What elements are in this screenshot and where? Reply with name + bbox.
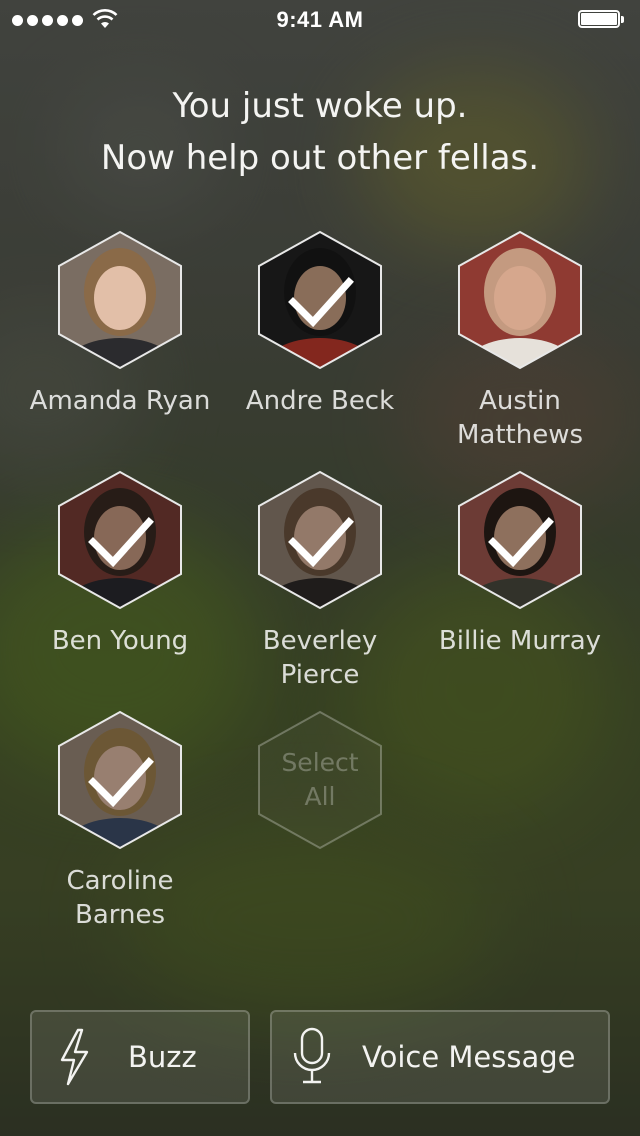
- headline-line-1: You just woke up.: [172, 86, 468, 126]
- contact-name: Amanda Ryan: [29, 386, 211, 416]
- contact-avatar[interactable]: [57, 470, 183, 610]
- contact-tile[interactable]: Austin Matthews: [420, 230, 620, 452]
- buzz-button[interactable]: Buzz: [30, 1010, 250, 1104]
- voice-message-label: Voice Message: [362, 1040, 576, 1074]
- status-bar: 9:41 AM: [0, 0, 640, 40]
- contact-tile[interactable]: Andre Beck: [220, 230, 420, 418]
- battery-icon: [578, 10, 626, 30]
- voice-message-button[interactable]: Voice Message: [270, 1010, 610, 1104]
- select-all-button[interactable]: Select All: [220, 710, 420, 850]
- status-time: 9:41 AM: [276, 7, 364, 32]
- lightning-bolt-icon: [60, 1028, 89, 1086]
- contact-tile[interactable]: Beverley Pierce: [220, 470, 420, 692]
- contact-name: Beverley Pierce: [262, 626, 378, 690]
- contact-name: Billie Murray: [438, 626, 602, 656]
- contact-name: Caroline Barnes: [66, 866, 174, 930]
- headline: You just woke up. Now help out other fel…: [0, 80, 640, 184]
- contact-tile[interactable]: Amanda Ryan: [20, 230, 220, 418]
- contact-name: Ben Young: [51, 626, 189, 656]
- contact-avatar[interactable]: [457, 230, 583, 370]
- buzz-label: Buzz: [128, 1040, 197, 1074]
- contact-avatar[interactable]: [457, 470, 583, 610]
- microphone-icon: [293, 1027, 331, 1084]
- contact-tile[interactable]: Caroline Barnes: [20, 710, 220, 932]
- contact-avatar[interactable]: [57, 710, 183, 850]
- contact-name: Andre Beck: [245, 386, 395, 416]
- contact-name: Austin Matthews: [456, 386, 584, 450]
- contact-tile[interactable]: Billie Murray: [420, 470, 620, 658]
- contact-avatar[interactable]: [57, 230, 183, 370]
- contact-avatar[interactable]: [257, 230, 383, 370]
- select-all-label: Select All: [281, 748, 359, 811]
- headline-line-2: Now help out other fellas.: [100, 138, 540, 178]
- contact-avatar[interactable]: [257, 470, 383, 610]
- contact-tile[interactable]: Ben Young: [20, 470, 220, 658]
